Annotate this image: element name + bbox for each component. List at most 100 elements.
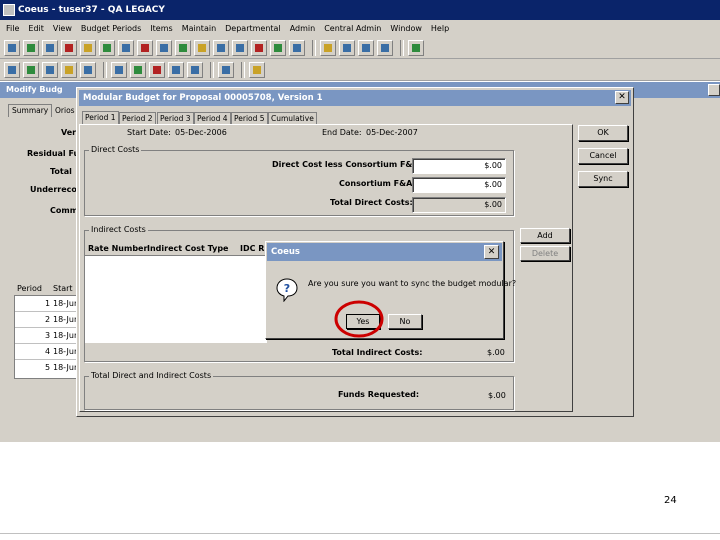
tab-period-1[interactable]: Period 1	[82, 111, 119, 124]
confirm-title-bar: Coeus	[267, 243, 502, 261]
toolbar-separator	[210, 61, 214, 78]
total-direct-costs-field: $.00	[412, 197, 506, 213]
version-label: Ver	[61, 128, 77, 137]
tools-icon[interactable]	[61, 61, 77, 78]
users-icon[interactable]	[175, 39, 191, 56]
calculator-icon[interactable]	[130, 61, 146, 78]
search-icon[interactable]	[320, 39, 336, 56]
tree-icon[interactable]	[99, 39, 115, 56]
dialog-title: Modular Budget for Proposal 00005708, Ve…	[83, 93, 323, 103]
direct-cost-less-consortium-field[interactable]: $.00	[412, 158, 506, 174]
menu-file[interactable]: File	[6, 24, 19, 33]
cancel-button[interactable]: Cancel	[578, 148, 628, 164]
clock-icon[interactable]	[251, 39, 267, 56]
person-icon[interactable]	[80, 39, 96, 56]
table-row[interactable]: 3 18-Jun	[15, 328, 79, 344]
toolbar-separator	[103, 61, 107, 78]
close-document-icon[interactable]	[249, 61, 265, 78]
table-row[interactable]: 2 18-Jun	[15, 312, 79, 328]
table-row[interactable]: 4 18-Jun	[15, 344, 79, 360]
list-icon[interactable]	[339, 39, 355, 56]
menu-maintain[interactable]: Maintain	[182, 24, 216, 33]
pause-icon[interactable]	[232, 39, 248, 56]
bottom-divider	[0, 533, 720, 534]
money-icon[interactable]	[137, 39, 153, 56]
table-row[interactable]: 5 18-Jun	[15, 360, 79, 376]
indirect-costs-title: Indirect Costs	[89, 225, 148, 234]
copy-icon[interactable]	[42, 39, 58, 56]
people-icon[interactable]	[213, 39, 229, 56]
toolbar-separator	[241, 61, 245, 78]
dialog-title-bar: Modular Budget for Proposal 00005708, Ve…	[79, 90, 631, 106]
confirm-title: Coeus	[271, 247, 300, 257]
menu-budget-periods[interactable]: Budget Periods	[81, 24, 141, 33]
tab-period-5[interactable]: Period 5	[231, 112, 268, 124]
menu-window[interactable]: Window	[390, 24, 422, 33]
bus-icon[interactable]	[289, 39, 305, 56]
confirm-close-button[interactable]: ✕	[484, 245, 499, 259]
period-col-header: Period	[17, 284, 42, 293]
rate-number-header: Rate Number	[88, 244, 148, 253]
edit-icon[interactable]	[42, 61, 58, 78]
tab-period-2[interactable]: Period 2	[119, 112, 156, 124]
menu-central-admin[interactable]: Central Admin	[324, 24, 381, 33]
menu-admin[interactable]: Admin	[290, 24, 316, 33]
proposal-icon[interactable]	[61, 39, 77, 56]
routing-icon[interactable]	[156, 39, 172, 56]
no-button[interactable]: No	[388, 314, 422, 329]
underrecovery-label: Underreco	[30, 185, 77, 194]
tab-period-3[interactable]: Period 3	[157, 112, 194, 124]
end-date-label: End Date:	[322, 128, 362, 137]
menu-edit[interactable]: Edit	[28, 24, 44, 33]
notes-icon[interactable]	[187, 61, 203, 78]
globe-icon[interactable]	[23, 61, 39, 78]
background-window-restore[interactable]	[708, 84, 720, 96]
menu-help[interactable]: Help	[431, 24, 449, 33]
start-date-value: 05-Dec-2006	[175, 128, 227, 137]
funds-requested-value: $.00	[488, 391, 506, 400]
print-icon[interactable]	[111, 61, 127, 78]
save-icon[interactable]	[218, 61, 234, 78]
ok-button[interactable]: OK	[578, 125, 628, 141]
table-row[interactable]: 1 18-Jun	[15, 296, 79, 312]
tab-period-4[interactable]: Period 4	[194, 112, 231, 124]
delete-button: Delete	[520, 246, 570, 261]
start-col-header: Start	[53, 284, 73, 293]
comments-label: Comm	[50, 206, 79, 215]
grid-icon[interactable]	[358, 39, 374, 56]
sync-icon[interactable]	[168, 61, 184, 78]
indirect-cost-type-header: Indirect Cost Type	[147, 244, 229, 253]
indirect-costs-table-header: Rate Number Indirect Cost Type IDC R	[85, 241, 267, 256]
menu-departmental[interactable]: Departmental	[225, 24, 281, 33]
add-button[interactable]: Add	[520, 228, 570, 243]
page-icon[interactable]	[80, 61, 96, 78]
menu-view[interactable]: View	[53, 24, 72, 33]
wizard-icon[interactable]	[194, 39, 210, 56]
dialog-close-button[interactable]: ✕	[615, 91, 629, 104]
award-icon[interactable]	[118, 39, 134, 56]
menu-items[interactable]: Items	[150, 24, 172, 33]
exit-icon[interactable]	[408, 39, 424, 56]
consortium-fa-label: Consortium F&A:	[339, 179, 416, 188]
window-icon[interactable]	[377, 39, 393, 56]
total-direct-costs-label: Total Direct Costs:	[330, 198, 413, 207]
total-indirect-costs-label: Total Indirect Costs:	[332, 348, 423, 357]
heart-icon[interactable]	[23, 39, 39, 56]
question-icon: ?	[276, 278, 298, 302]
sync-button[interactable]: Sync	[578, 171, 628, 187]
tab-cumulative[interactable]: Cumulative	[268, 112, 317, 124]
percent-icon[interactable]	[149, 61, 165, 78]
tab-summary[interactable]: Summary	[8, 104, 53, 117]
svg-text:?: ?	[284, 282, 290, 295]
tab-other[interactable]: Orios	[52, 105, 78, 117]
background-window-title: Modify Budg	[6, 85, 63, 94]
consortium-fa-field[interactable]: $.00	[412, 177, 506, 193]
total-costs-group: Total Direct and Indirect Costs	[84, 371, 514, 410]
total-costs-title: Total Direct and Indirect Costs	[89, 371, 214, 380]
residual-funds-label: Residual Fu	[27, 149, 80, 158]
direct-cost-less-consortium-label: Direct Cost less Consortium F&A:	[272, 160, 422, 169]
total-label: Total	[50, 167, 72, 176]
document-icon[interactable]	[4, 61, 20, 78]
calendar-icon[interactable]	[270, 39, 286, 56]
new-icon[interactable]	[4, 39, 20, 56]
